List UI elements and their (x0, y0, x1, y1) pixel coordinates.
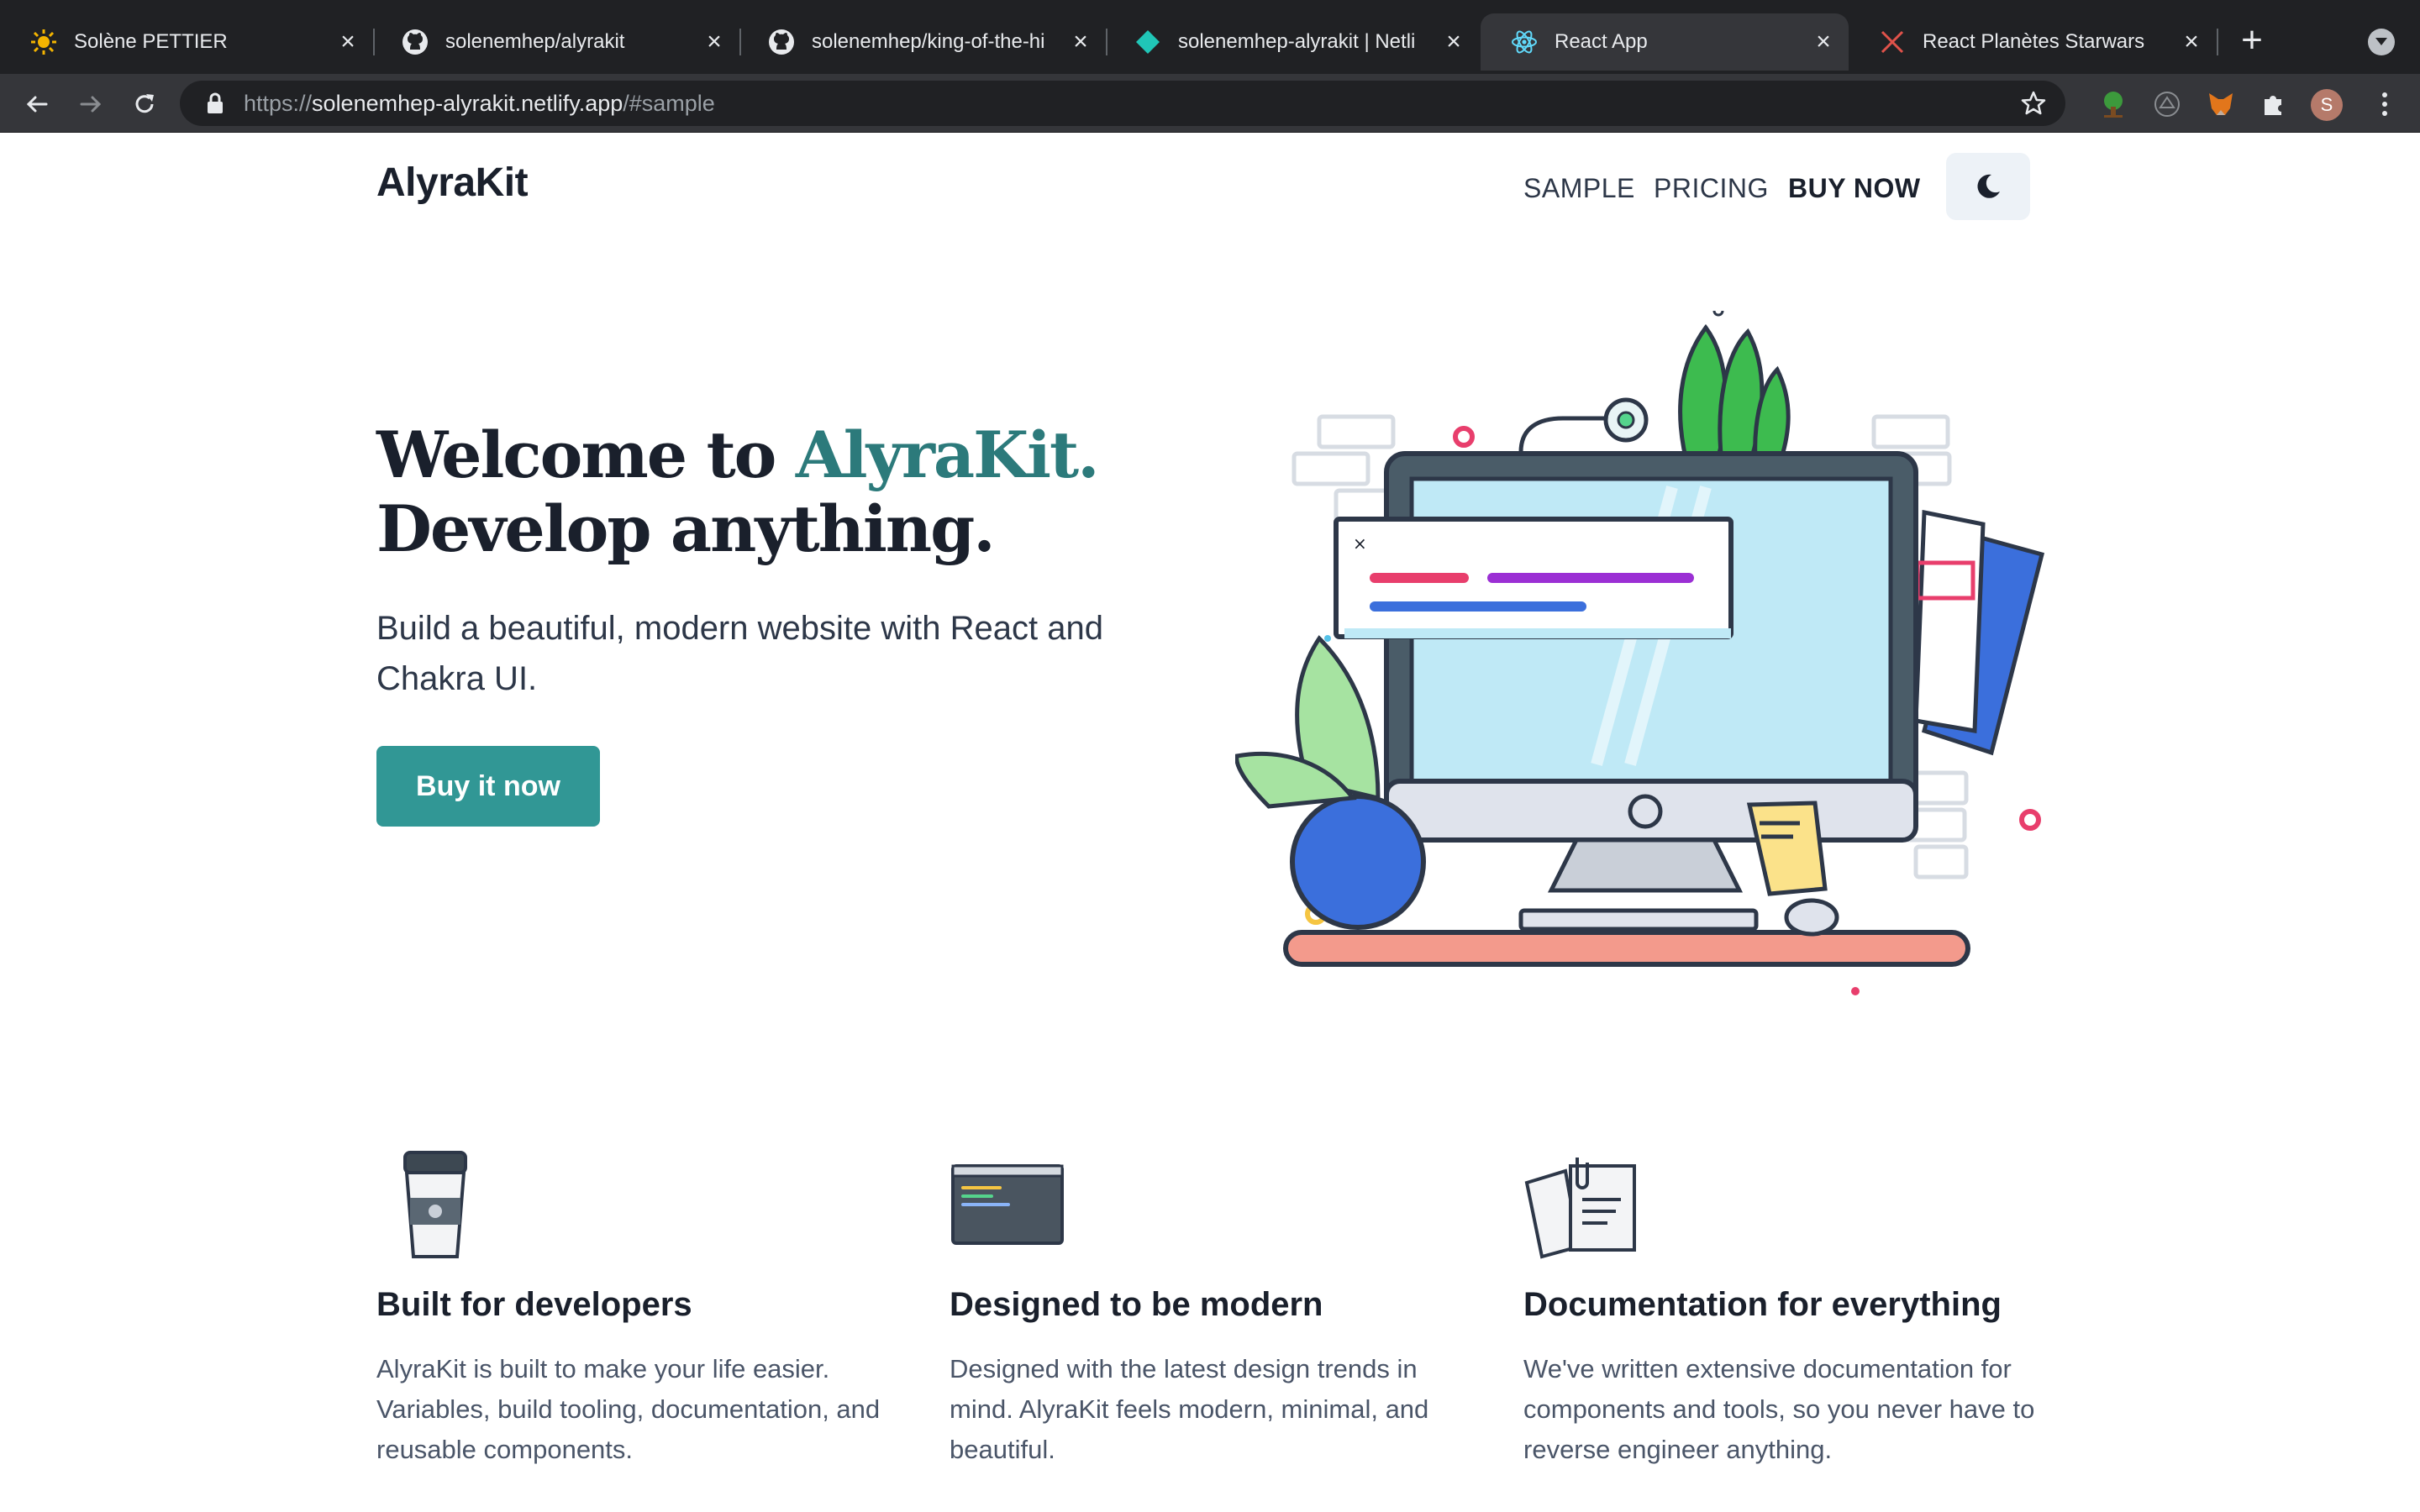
nav-link-sample[interactable]: SAMPLE (1523, 173, 1635, 204)
browser-tab[interactable]: solenemhep/alyrakit × (371, 13, 739, 71)
feature-text: Designed with the latest design trends i… (950, 1354, 1429, 1464)
starwars-icon (1879, 29, 1906, 55)
svg-text:×: × (1353, 533, 1367, 554)
lock-icon (203, 92, 227, 115)
address-bar[interactable]: https://solenemhep-alyrakit.netlify.app/… (180, 81, 2065, 126)
url-text: https://solenemhep-alyrakit.netlify.app/… (244, 90, 715, 116)
feature-card: Built for developers AlyraKit is built t… (376, 1149, 914, 1470)
feature-title: Documentation for everything (1523, 1286, 2002, 1323)
developer-desk-illustration: × (1235, 311, 2045, 995)
browser-tab-strip: Solène PETTIER × solenemhep/alyrakit × s… (0, 0, 2420, 74)
site-logo[interactable]: AlyraKit (376, 160, 529, 206)
puzzle-extensions-icon[interactable] (2259, 90, 2287, 118)
nav-link-buy-now[interactable]: BUY NOW (1788, 173, 1921, 204)
browser-tab[interactable]: solenemhep/king-of-the-hi × (738, 13, 1106, 71)
browser-tab[interactable]: solenemhep-alyrakit | Netli × (1104, 13, 1479, 71)
tab-close-icon[interactable]: × (1440, 28, 1467, 55)
arrow-right-icon (80, 96, 102, 113)
tab-title: solenemhep/alyrakit (445, 30, 625, 53)
tab-title: solenemhep-alyrakit | Netli (1178, 30, 1416, 53)
reload-button[interactable] (126, 86, 163, 123)
buy-it-now-button[interactable]: Buy it now (376, 746, 600, 827)
back-button[interactable] (18, 86, 55, 123)
github-icon (768, 29, 795, 55)
tab-close-icon[interactable]: × (701, 28, 728, 55)
feature-card: Documentation for everything We've writt… (1523, 1149, 2061, 1470)
netlify-icon (1134, 29, 1161, 55)
circle-extension-icon[interactable] (2153, 90, 2181, 118)
github-icon (402, 29, 429, 55)
tab-close-icon[interactable]: × (334, 28, 361, 55)
tab-close-icon[interactable]: × (2178, 28, 2205, 55)
browser-toolbar: https://solenemhep-alyrakit.netlify.app/… (0, 74, 2420, 133)
reload-icon (135, 94, 154, 113)
metamask-fox-icon[interactable] (2207, 90, 2235, 118)
hero-title: Welcome to AlyraKit. Develop anything. (376, 417, 1100, 566)
new-tab-button[interactable]: + (2233, 22, 2270, 60)
browser-tab[interactable]: Solène PETTIER × (0, 13, 373, 71)
sun-favicon-icon (30, 29, 57, 55)
profile-avatar[interactable]: S (2311, 89, 2343, 121)
nav-link-pricing[interactable]: PRICING (1654, 173, 1769, 204)
hero-title-accent: AlyraKit. (795, 417, 1100, 492)
code-window-icon (951, 1164, 1064, 1245)
tab-title: React Planètes Starwars (1923, 30, 2145, 53)
tab-close-icon[interactable]: × (1810, 28, 1837, 55)
hero-subtitle: Build a beautiful, modern website with R… (376, 610, 1103, 697)
tree-extension-icon[interactable] (2099, 90, 2128, 118)
feature-text: We've written extensive documentation fo… (1523, 1354, 2035, 1464)
browser-tab[interactable]: React Planètes Starwars × (1849, 13, 2217, 71)
tab-close-icon[interactable]: × (1067, 28, 1094, 55)
color-mode-toggle-button[interactable] (1946, 153, 2030, 220)
tab-search-button[interactable] (2368, 29, 2395, 55)
bookmark-star-icon[interactable] (2020, 90, 2047, 117)
react-icon (1511, 29, 1538, 55)
tab-title: React App (1555, 30, 1648, 53)
moon-icon (1977, 174, 2000, 198)
feature-title: Designed to be modern (950, 1286, 1323, 1323)
browser-menu-icon[interactable] (2370, 89, 2400, 119)
feature-card: Designed to be modern Designed with the … (950, 1149, 1487, 1470)
webpage: AlyraKit SAMPLE PRICING BUY NOW Welcome … (0, 133, 2420, 1512)
coffee-cup-icon (403, 1151, 467, 1258)
tab-title: solenemhep/king-of-the-hi (812, 30, 1045, 53)
feature-text: AlyraKit is built to make your life easi… (376, 1354, 881, 1464)
documents-icon (1524, 1158, 1636, 1259)
forward-button[interactable] (72, 86, 109, 123)
browser-tab-active[interactable]: React App × (1481, 13, 1849, 71)
arrow-left-icon (26, 96, 48, 113)
feature-title: Built for developers (376, 1286, 692, 1323)
tab-title: Solène PETTIER (74, 30, 228, 53)
